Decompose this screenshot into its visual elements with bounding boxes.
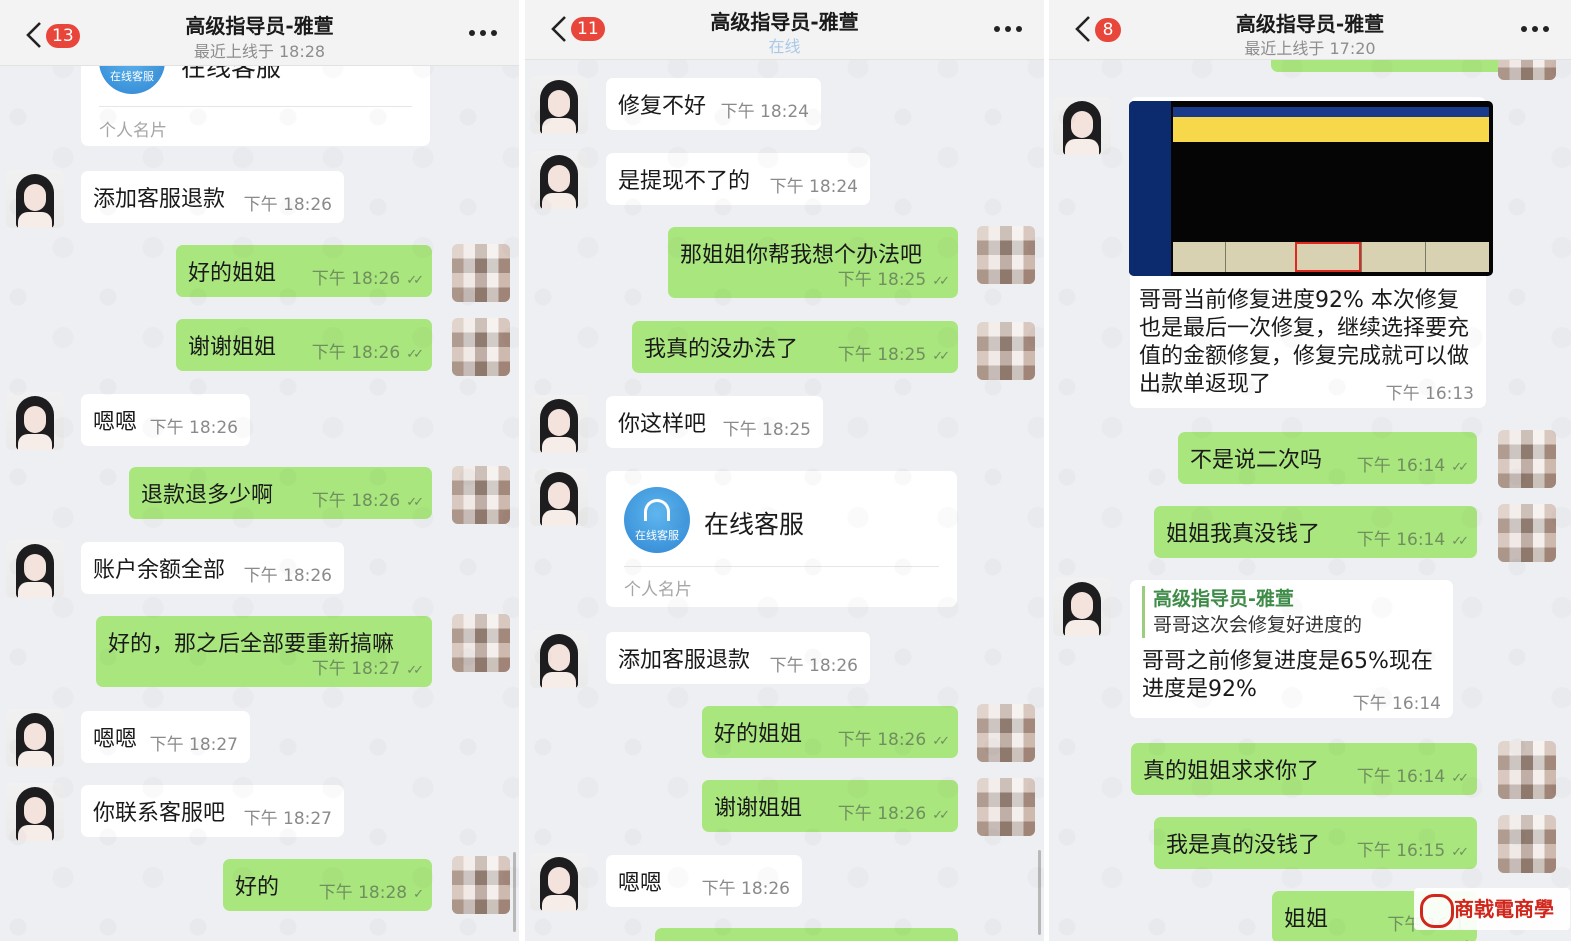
message-bubble-outgoing[interactable]: 我真的没办法了 下午 18:25 ✓✓	[632, 321, 958, 373]
read-check-icon: ✓✓	[932, 808, 950, 823]
avatar-contact[interactable]	[530, 395, 588, 453]
avatar-self[interactable]	[1498, 815, 1556, 873]
avatar-self[interactable]	[977, 778, 1035, 836]
quoted-sender: 高级指导员-雅萱	[1153, 588, 1294, 610]
message-bubble-incoming[interactable]: 嗯嗯 下午 18:27	[81, 711, 250, 763]
watermark-logo: 商戟電商學院	[1414, 888, 1570, 941]
avatar-contact[interactable]	[1053, 578, 1111, 636]
message-bubble-outgoing[interactable]: 好的，那之后全部要重新搞嘛 下午 18:27 ✓✓	[96, 616, 432, 687]
repair-progress-screenshot-image[interactable]	[1129, 101, 1493, 276]
read-check-icon: ✓✓	[406, 663, 424, 678]
avatar-self[interactable]	[977, 226, 1035, 284]
quoted-message[interactable]: 高级指导员-雅萱 哥哥这次会修复好进度的	[1142, 586, 1441, 638]
message-bubble-incoming[interactable]: 添加客服退款 下午 18:26	[81, 171, 344, 223]
message-bubble-outgoing[interactable]: 谢谢姐姐 下午 18:26 ✓✓	[176, 319, 432, 371]
avatar-self[interactable]	[1498, 741, 1556, 799]
read-check-icon: ✓✓	[932, 274, 950, 289]
contact-card[interactable]: 在线客服 在线客服 个人名片	[606, 471, 957, 607]
message-bubble-incoming[interactable]: 是提现不了的 下午 18:24	[606, 153, 870, 205]
more-options-icon[interactable]	[1521, 26, 1549, 34]
message-bubble-outgoing[interactable]: 好的 下午 18:28 ✓	[223, 859, 432, 911]
read-check-icon: ✓✓	[1451, 534, 1469, 549]
avatar-self[interactable]	[452, 244, 510, 302]
avatar-contact[interactable]	[6, 170, 64, 228]
chat-header: 13 高级指导员-雅萱 最近上线于 18:28	[0, 0, 519, 66]
chat-panel-1: 13 高级指导员-雅萱 最近上线于 18:28 在线客服 在线客服 个人名片 添…	[0, 0, 519, 941]
chat-header: 8 高级指导员-雅萱 最近上线于 17:20	[1049, 0, 1571, 60]
chat-title: 高级指导员-雅萱	[1235, 12, 1385, 36]
message-bubble-incoming[interactable]: 修复不好 下午 18:24	[606, 78, 821, 130]
avatar-self[interactable]	[452, 318, 510, 376]
message-bubble-incoming[interactable]: 嗯嗯 下午 18:26	[606, 855, 802, 907]
message-bubble-outgoing[interactable]: 姐姐我真没钱了 下午 16:14 ✓✓	[1154, 506, 1477, 558]
message-bubble-outgoing[interactable]: 真的姐姐求求你了 下午 16:14 ✓✓	[1131, 743, 1477, 795]
message-bubble-outgoing[interactable]: 谢谢姐姐 下午 18:26 ✓✓	[702, 780, 958, 832]
avatar-contact[interactable]	[6, 783, 64, 841]
chat-title: 高级指导员-雅萱	[710, 10, 859, 34]
message-bubble-incoming[interactable]: 嗯嗯 下午 18:26	[81, 394, 250, 446]
message-bubble-outgoing[interactable]: 那姐姐你帮我想个办法吧 下午 18:25 ✓✓	[668, 227, 958, 298]
chat-panel-2: 11 高级指导员-雅萱 在线 修复不好 下午 18:24 是提现不了的 下午 18:…	[525, 0, 1044, 941]
read-check-icon: ✓✓	[932, 734, 950, 749]
more-options-icon[interactable]	[994, 26, 1022, 34]
avatar-contact[interactable]	[6, 540, 64, 598]
quoted-text: 哥哥这次会修复好进度的	[1153, 614, 1363, 636]
message-bubble-outgoing[interactable]: 我是真的没钱了 下午 16:15 ✓✓	[1154, 817, 1477, 869]
avatar-contact[interactable]	[530, 853, 588, 911]
chat-header: 11 高级指导员-雅萱 在线	[525, 0, 1044, 60]
message-bubble-incoming[interactable]: 账户余额全部 下午 18:26	[81, 542, 344, 594]
screenshot-collage: 13 高级指导员-雅萱 最近上线于 18:28 在线客服 在线客服 个人名片 添…	[0, 0, 1580, 941]
message-bubble-incoming[interactable]: 添加客服退款 下午 18:26	[606, 632, 870, 684]
contact-card-caption: 个人名片	[99, 121, 167, 141]
read-check-icon: ✓✓	[1451, 771, 1469, 786]
scrollbar[interactable]	[513, 852, 516, 932]
reply-message-bubble[interactable]: 高级指导员-雅萱 哥哥这次会修复好进度的 哥哥之前修复进度是65%现在进度是92…	[1130, 580, 1453, 718]
avatar-self[interactable]	[452, 856, 510, 914]
message-bubble-outgoing[interactable]: 不是说二次吗 下午 16:14 ✓✓	[1178, 432, 1477, 484]
customer-service-icon: 在线客服	[624, 487, 690, 553]
message-bubble-incoming[interactable]: 你联系客服吧 下午 18:27	[81, 785, 344, 837]
read-check-icon: ✓✓	[1451, 460, 1469, 475]
more-options-icon[interactable]	[469, 30, 497, 38]
read-check-icon: ✓	[413, 887, 424, 902]
read-check-icon: ✓✓	[406, 347, 424, 362]
read-check-icon: ✓✓	[932, 349, 950, 364]
message-bubble-outgoing[interactable]: 好的姐姐 下午 18:26 ✓✓	[176, 245, 432, 297]
avatar-self[interactable]	[452, 466, 510, 524]
avatar-self[interactable]	[452, 614, 510, 672]
avatar-self[interactable]	[1498, 430, 1556, 488]
message-bubble-outgoing-partial[interactable]	[655, 928, 958, 941]
avatar-self[interactable]	[977, 322, 1035, 380]
avatar-self[interactable]	[977, 704, 1035, 762]
online-status: 在线	[768, 37, 801, 56]
contact-card-name: 在线客服	[704, 510, 805, 539]
read-check-icon: ✓✓	[406, 273, 424, 288]
message-time: 下午 16:13	[1385, 384, 1474, 404]
avatar-contact[interactable]	[6, 709, 64, 767]
avatar-contact[interactable]	[530, 468, 588, 526]
avatar-contact[interactable]	[530, 151, 588, 209]
message-bubble-incoming[interactable]: 你这样吧 下午 18:25	[606, 396, 823, 448]
read-check-icon: ✓✓	[1451, 845, 1469, 860]
avatar-contact[interactable]	[530, 630, 588, 688]
scrollbar[interactable]	[1038, 850, 1041, 935]
message-bubble-outgoing[interactable]: 退款退多少啊 下午 18:26 ✓✓	[129, 467, 432, 519]
chat-title: 高级指导员-雅萱	[185, 14, 334, 38]
last-seen-status: 最近上线于 17:20	[1244, 39, 1376, 58]
message-time: 下午 16:14	[1352, 694, 1441, 714]
message-bubble-outgoing[interactable]: 好的姐姐 下午 18:26 ✓✓	[702, 706, 958, 758]
avatar-self[interactable]	[1498, 504, 1556, 562]
avatar-contact[interactable]	[1053, 97, 1111, 155]
avatar-contact[interactable]	[530, 76, 588, 134]
last-seen-status: 最近上线于 18:28	[193, 42, 326, 61]
contact-card-caption: 个人名片	[624, 580, 692, 600]
avatar-contact[interactable]	[6, 392, 64, 450]
read-check-icon: ✓✓	[406, 495, 424, 510]
